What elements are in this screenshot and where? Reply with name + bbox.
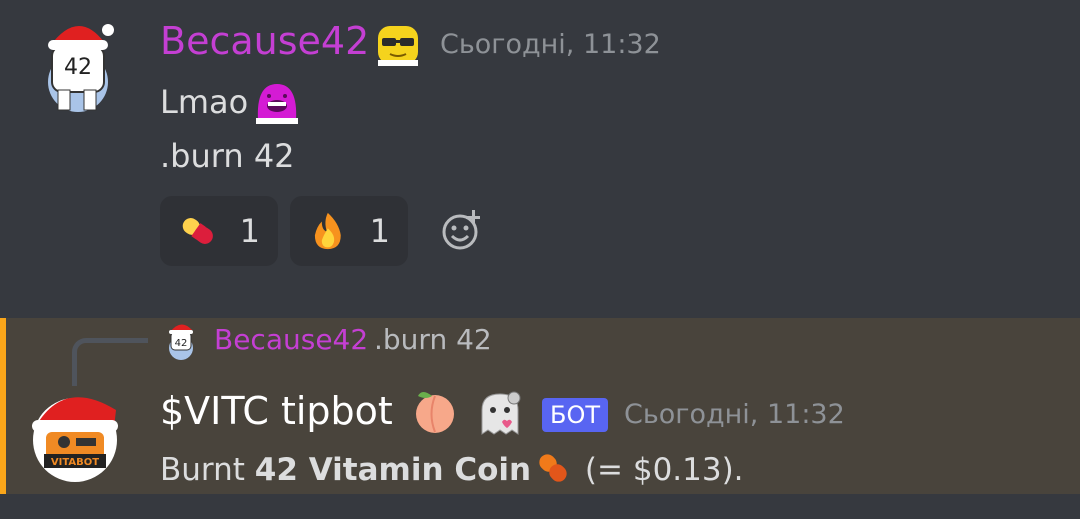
- peach-icon: [416, 392, 454, 433]
- pill-icon: [182, 218, 213, 244]
- reaction-fire[interactable]: 1: [290, 196, 408, 266]
- reply-avatar[interactable]: 42: [166, 320, 196, 362]
- message-text-suffix: (= $0.13).: [575, 452, 744, 488]
- reaction-count: 1: [369, 212, 390, 250]
- sunglasses-face-icon: [378, 26, 418, 66]
- message-line-1: Lmao: [160, 83, 249, 121]
- message-line-2: .burn 42: [160, 137, 295, 175]
- author-name[interactable]: Because42: [160, 18, 369, 64]
- bot-name[interactable]: $VITC tipbot: [160, 388, 393, 434]
- avatar-vitabot[interactable]: VITABOT: [24, 380, 126, 484]
- chat-background: [0, 494, 1080, 519]
- ghost-heart-icon: [481, 391, 521, 435]
- bot-badge: БОТ: [542, 398, 608, 432]
- reply-connector: [72, 338, 148, 386]
- svg-text:42: 42: [175, 338, 188, 349]
- avatar-because42[interactable]: 42: [38, 12, 120, 116]
- svg-text:VITABOT: VITABOT: [51, 457, 99, 468]
- reaction-count: 1: [239, 212, 260, 250]
- message-body: Burnt 42 Vitamin Coin (= $0.13).: [160, 448, 744, 490]
- svg-text:42: 42: [64, 55, 92, 80]
- fire-icon: [314, 212, 341, 250]
- mention-highlight-bar: [0, 318, 6, 494]
- add-reaction-icon[interactable]: [440, 208, 484, 252]
- reply-preview[interactable]: .burn 42: [374, 322, 492, 358]
- message-because42: 42 Because42 Сьогодні, 11:32 Lmao .burn …: [0, 0, 1080, 300]
- message-timestamp: Сьогодні, 11:32: [624, 399, 845, 430]
- pill-icon: [539, 454, 567, 482]
- message-text-bold: 42 Vitamin Coin: [254, 452, 532, 488]
- message-timestamp: Сьогодні, 11:32: [440, 29, 661, 60]
- reply-author[interactable]: Because42: [214, 322, 368, 358]
- message-text-prefix: Burnt: [160, 452, 255, 488]
- message-vitc-tipbot: 42 Because42 .burn 42 VITABOT $VITC tipb…: [0, 318, 1080, 494]
- purple-blob-face-icon: [256, 84, 298, 124]
- reaction-pill[interactable]: 1: [160, 196, 278, 266]
